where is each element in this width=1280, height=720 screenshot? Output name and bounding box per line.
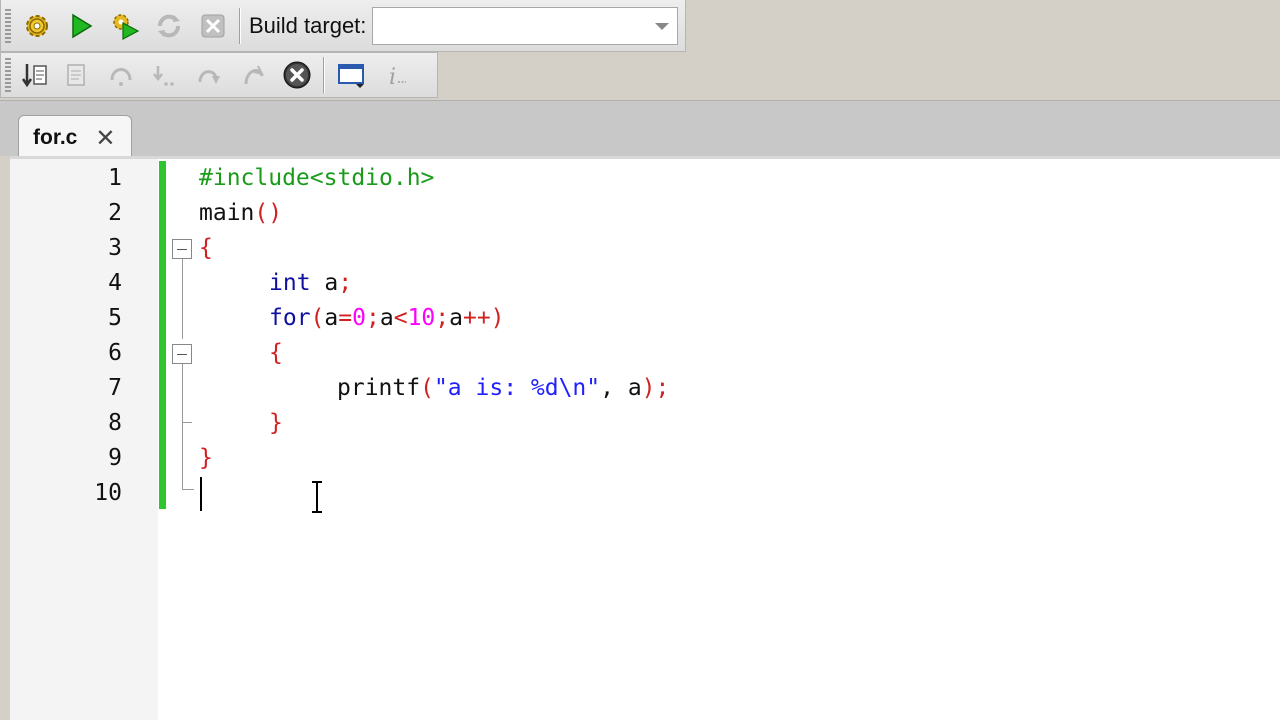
code-token: a: [310, 270, 339, 296]
info-button[interactable]: i: [373, 55, 417, 95]
code-token: main: [199, 200, 255, 226]
code-token: (): [254, 200, 283, 226]
fold-toggle-icon[interactable]: [172, 344, 192, 364]
debug-step-out-icon: [153, 66, 174, 86]
code-token: printf: [337, 375, 421, 401]
close-icon[interactable]: ✕: [95, 126, 115, 150]
code-token: =: [338, 305, 353, 331]
code-token: a: [379, 305, 394, 331]
toolbar-separator: [323, 57, 325, 93]
code-line-6: {: [269, 340, 283, 366]
build-and-run-button[interactable]: [103, 6, 147, 46]
code-line-4: int a;: [269, 270, 352, 296]
code-line-3: {: [199, 235, 213, 261]
abort-button[interactable]: [191, 6, 235, 46]
code-token: ++): [462, 305, 505, 331]
code-token: for: [269, 305, 311, 331]
fold-margin: [166, 159, 198, 720]
toolbar-grip[interactable]: [5, 58, 11, 92]
line-number: 5: [108, 305, 122, 331]
info-icon: i: [389, 65, 406, 90]
line-number-gutter: 1 2 3 4 5 6 7 8 9 10: [10, 159, 158, 720]
editor-tab-strip: for.c ✕: [0, 100, 1280, 159]
toolbar-grip[interactable]: [5, 8, 11, 43]
text-caret: [200, 477, 202, 511]
code-token: ;: [435, 305, 450, 331]
tab-for-c[interactable]: for.c ✕: [18, 115, 132, 159]
line-number: 9: [108, 445, 122, 471]
run-icon: [72, 13, 93, 38]
stop-debugger-button[interactable]: [275, 55, 319, 95]
fold-line: [182, 364, 183, 489]
line-number: 2: [108, 200, 122, 226]
toolbar-empty-area: [686, 0, 1280, 100]
tab-label: for.c: [33, 125, 78, 149]
code-line-8: }: [269, 410, 283, 436]
fold-line: [182, 259, 183, 339]
debug-next-instruction-icon: [198, 70, 220, 84]
code-token: "a is: %d\n": [433, 375, 601, 401]
code-token: 10: [407, 305, 436, 331]
debugging-windows-icon: [338, 64, 364, 88]
code-editor[interactable]: 1 2 3 4 5 6 7 8 9 10 #include<stdio.h> m…: [10, 156, 1280, 720]
debugging-windows-button[interactable]: [329, 55, 373, 95]
debug-next-line-button[interactable]: [99, 55, 143, 95]
fold-end-marker: [182, 422, 192, 423]
code-line-7: printf("a is: %d\n", a);: [337, 375, 669, 401]
code-line-5: for(a=0;a<10;a++): [269, 305, 505, 331]
fold-toggle-icon[interactable]: [172, 239, 192, 259]
code-token: a: [449, 305, 463, 331]
code-token: (: [310, 305, 325, 331]
debug-break-icon: [244, 65, 264, 85]
code-token: );: [641, 375, 670, 401]
code-token: 0: [352, 305, 366, 331]
debug-continue-button[interactable]: [15, 55, 55, 95]
code-line-1: #include<stdio.h>: [199, 165, 435, 191]
line-number: 8: [108, 410, 122, 436]
toolbar-separator: [239, 7, 241, 44]
compiler-toolbar: Build target:: [0, 0, 686, 52]
debug-step-into-icon: [110, 68, 132, 86]
build-gear-icon: [26, 14, 48, 37]
stop-debugger-icon: [283, 61, 311, 89]
line-number: 6: [108, 340, 122, 366]
debugger-toolbar: i: [0, 52, 438, 98]
code-token: , a: [600, 375, 642, 401]
debug-next-icon: [67, 64, 85, 86]
fold-end-marker: [182, 489, 194, 490]
build-button[interactable]: [15, 6, 59, 46]
chevron-down-icon: [655, 22, 670, 30]
line-number: 10: [94, 480, 122, 506]
code-token: (: [420, 375, 434, 401]
debug-step-out-button[interactable]: [187, 55, 231, 95]
code-token: ;: [338, 270, 353, 296]
line-number: 4: [108, 270, 122, 296]
code-token: int: [269, 270, 311, 296]
ibeam-cursor-icon: [312, 481, 322, 513]
debug-step-into-button[interactable]: [143, 55, 187, 95]
code-line-9: }: [199, 445, 213, 471]
debug-break-button[interactable]: [231, 55, 275, 95]
debug-step-icon: [21, 64, 47, 88]
line-number: 1: [108, 165, 122, 191]
run-button[interactable]: [59, 6, 103, 46]
code-token: a: [324, 305, 339, 331]
abort-icon: [201, 14, 225, 37]
line-number: 7: [108, 375, 122, 401]
code-line-2: main(): [199, 200, 282, 226]
rebuild-icon: [158, 14, 180, 37]
rebuild-button[interactable]: [147, 6, 191, 46]
build-target-label: Build target:: [249, 12, 367, 38]
svg-text:i: i: [389, 65, 396, 90]
build-target-select[interactable]: [372, 6, 679, 45]
change-bar: [159, 161, 166, 509]
build-and-run-icon: [113, 13, 140, 40]
line-number: 3: [108, 235, 122, 261]
debug-run-to-cursor-button[interactable]: [55, 55, 99, 95]
code-token: <: [393, 305, 408, 331]
code-token: ;: [365, 305, 380, 331]
